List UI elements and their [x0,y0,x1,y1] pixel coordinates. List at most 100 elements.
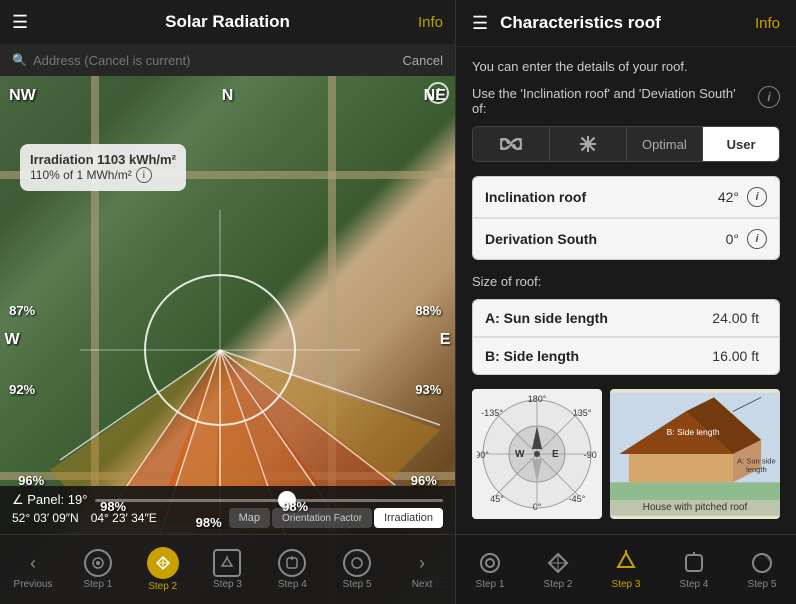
rnav-step1-label: Step 1 [476,579,505,590]
rnav-step5-icon [748,549,776,577]
right-header: ☰ Characteristics roof Info [456,0,796,47]
roof-description: You can enter the details of your roof. [472,59,780,74]
left-info-button[interactable]: Info [418,14,443,31]
pct-s98a: 98% [100,499,126,514]
pct-e93: 93% [415,382,441,397]
nav-previous[interactable]: ‹ Previous [8,549,58,590]
diagram-area: 180° 135° -90° 90° -135° 0° -45° 45° [472,389,780,519]
tab-user[interactable]: User [703,127,779,161]
map-controls: ∠ Panel: 19° 52° 03′ 09″N 04° 23′ 34″E M… [0,486,455,534]
rnav-step2[interactable]: Step 2 [531,549,586,590]
cancel-button[interactable]: Cancel [403,53,443,68]
svg-text:E: E [552,449,559,460]
panel-angle-label: ∠ Panel: 19° [12,492,87,508]
svg-text:90°: 90° [477,450,489,460]
rnav-step5-label: Step 5 [748,579,777,590]
side-length-value: 16.00 ft [712,348,759,364]
nav-step3[interactable]: Step 3 [202,549,252,590]
step3-icon [213,549,241,577]
left-panel: ☰ Solar Radiation Info 🔍 Cancel [0,0,455,604]
derivation-label: Derivation South [485,231,726,247]
rnav-step2-icon [544,549,572,577]
angle-slider[interactable] [95,499,443,502]
pct-w87: 87% [9,303,35,318]
rnav-step3[interactable]: Step 3 [599,549,654,590]
compass-e: E [440,331,451,349]
derivation-info-icon[interactable]: i [747,229,767,249]
sun-side-label: A: Sun side length [485,310,712,326]
left-bottom-nav: ‹ Previous Step 1 Step 2 Step 3 Step 4 [0,534,455,604]
svg-text:length: length [746,465,767,474]
svg-text:-45°: -45° [569,494,586,504]
svg-text:45°: 45° [490,494,504,504]
step5-icon [343,549,371,577]
compass-diagram: 180° 135° -90° 90° -135° 0° -45° 45° [472,389,602,519]
tab-optimal[interactable]: Optimal [627,127,704,161]
sun-side-row: A: Sun side length 24.00 ft [473,300,779,337]
mode-tab-selector: Optimal User [472,126,780,162]
nav-step4[interactable]: Step 4 [267,549,317,590]
compass-w: W [5,331,20,349]
pct-e88: 88% [415,303,441,318]
next-icon: › [408,549,436,577]
map-mode-buttons: Map Orientation Factor Irradiation [229,508,443,528]
step4-label: Step 4 [278,579,307,590]
pct-w92: 92% [9,382,35,397]
side-length-row: B: Side length 16.00 ft [473,338,779,374]
search-input[interactable] [33,53,397,68]
nav-step5[interactable]: Step 5 [332,549,382,590]
right-info-button[interactable]: Info [755,15,780,32]
map-info-circle[interactable]: i [427,82,449,104]
compass-nw: NW [9,87,36,105]
map-mode-map[interactable]: Map [229,508,270,528]
compass-n: N [222,87,234,105]
inclination-info-icon[interactable]: i [747,187,767,207]
irradiation-value: Irradiation 1103 kWh/m² [30,152,176,167]
inclination-value: 42° [718,189,739,205]
panel-angle-row: ∠ Panel: 19° [12,492,443,508]
derivation-value: 0° [726,231,739,247]
use-info-icon[interactable]: i [758,86,780,108]
rnav-step4-label: Step 4 [680,579,709,590]
irradiation-percent: 110% of 1 MWh/m² [30,168,132,182]
right-hamburger-icon[interactable]: ☰ [472,13,488,34]
hamburger-icon[interactable]: ☰ [12,12,28,33]
coords-row: 52° 03′ 09″N 04° 23′ 34″E Map Orientatio… [12,508,443,528]
side-length-label: B: Side length [485,348,712,364]
rnav-step3-icon [612,549,640,577]
roof-params-table: Inclination roof 42° i Derivation South … [472,176,780,260]
search-icon: 🔍 [12,53,27,67]
rnav-step2-label: Step 2 [544,579,573,590]
right-bottom-nav: Step 1 Step 2 Step 3 Step 4 Step 5 [456,534,796,604]
step2-icon [147,547,179,579]
step5-label: Step 5 [343,579,372,590]
next-label: Next [412,579,433,590]
sun-side-value: 24.00 ft [712,310,759,326]
rnav-step1[interactable]: Step 1 [463,549,518,590]
inclination-label: Inclination roof [485,189,718,205]
nav-step1[interactable]: Step 1 [73,549,123,590]
pct-s98b: 98% [196,515,222,530]
map-mode-irradiation[interactable]: Irradiation [374,508,443,528]
rnav-step4[interactable]: Step 4 [667,549,722,590]
nav-step2[interactable]: Step 2 [138,547,188,592]
tab-snowflake[interactable] [550,127,627,161]
rnav-step5[interactable]: Step 5 [735,549,790,590]
right-panel: ☰ Characteristics roof Info You can ente… [455,0,796,604]
nav-next[interactable]: › Next [397,549,447,590]
irradiation-info-icon[interactable]: i [136,167,152,183]
step1-label: Step 1 [83,579,112,590]
pct-sw96: 96% [18,473,44,488]
svg-text:W: W [515,449,525,460]
search-bar: 🔍 Cancel [0,44,455,76]
tab-infinity[interactable] [473,127,550,161]
size-title: Size of roof: [472,274,780,289]
pct-s98c: 98% [282,499,308,514]
house-diagram-label: House with pitched roof [610,500,780,515]
right-content: You can enter the details of your roof. … [456,47,796,534]
left-panel-title: Solar Radiation [165,12,290,32]
derivation-row: Derivation South 0° i [473,219,779,259]
rnav-step3-label: Step 3 [612,579,641,590]
step2-label: Step 2 [148,581,177,592]
svg-text:135°: 135° [573,408,592,418]
